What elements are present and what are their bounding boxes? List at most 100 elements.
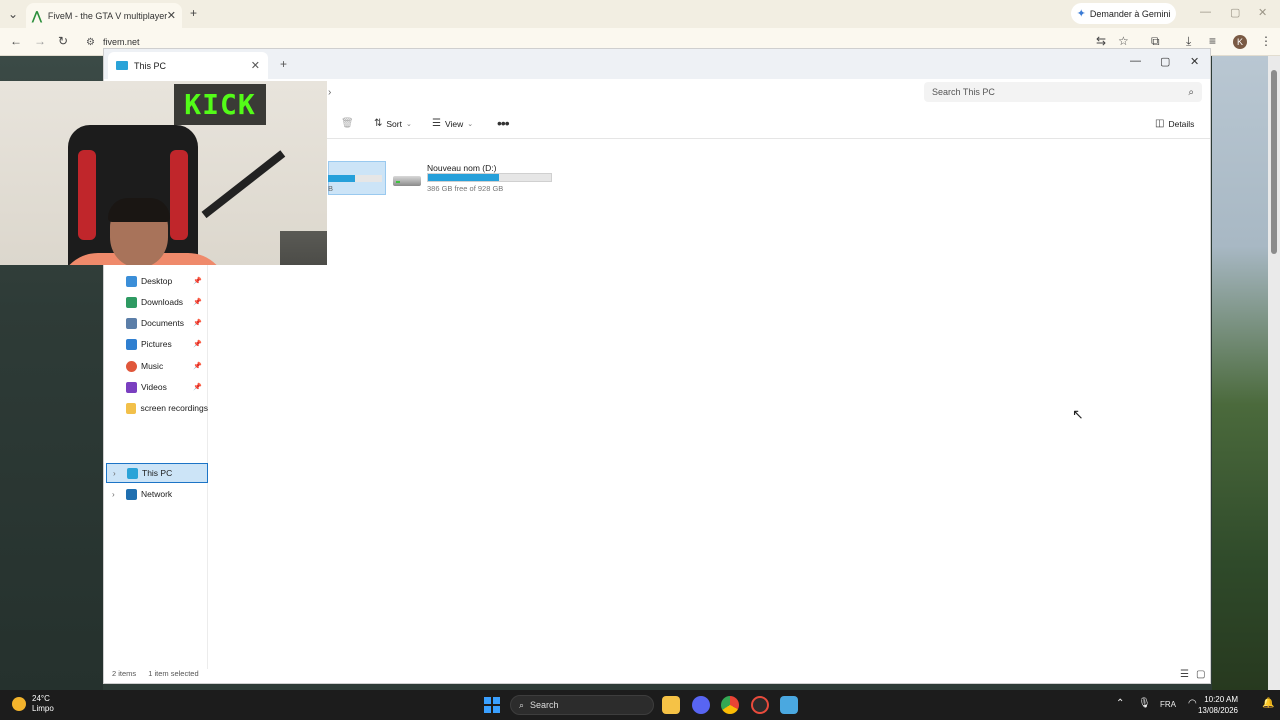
gemini-spark-icon: ✦ xyxy=(1076,8,1086,20)
breadcrumb-chevron-icon[interactable]: › xyxy=(328,87,331,98)
details-view-icon[interactable]: ☰ xyxy=(1180,669,1189,680)
sidebar-item-desktop[interactable]: Desktop 📌 xyxy=(106,271,208,291)
file-explorer-taskbar-icon[interactable] xyxy=(662,696,680,714)
new-tab-button[interactable]: + xyxy=(190,7,197,19)
pin-icon: 📌 xyxy=(193,299,202,306)
expand-chevron-icon[interactable]: › xyxy=(112,490,115,499)
sidebar-item-label: Music xyxy=(141,361,164,371)
network-icon xyxy=(126,488,137,500)
details-button[interactable]: ◫ Details xyxy=(1155,118,1194,129)
page-scrollbar[interactable] xyxy=(1268,56,1280,690)
back-icon[interactable]: ← xyxy=(10,34,22,48)
bookmark-star-icon[interactable]: ☆ xyxy=(1118,34,1129,48)
weather-widget[interactable]: 24°C Limpo xyxy=(12,694,54,714)
browser-close-icon[interactable]: ✕ xyxy=(1258,6,1267,19)
discord-taskbar-icon[interactable] xyxy=(692,696,710,714)
explorer-titlebar: This PC ✕ + — ▢ ✕ xyxy=(104,49,1210,79)
browser-tab-fivem[interactable]: ⋀ FiveM - the GTA V multiplayer ✕ xyxy=(26,3,182,28)
explorer-search-placeholder: Search This PC xyxy=(932,87,995,97)
language-indicator[interactable]: FRA xyxy=(1160,700,1176,709)
sidebar-item-downloads[interactable]: Downloads 📌 xyxy=(106,292,208,312)
drive-c-usage-bar xyxy=(328,175,382,182)
view-button[interactable]: ☰ View ⌄ xyxy=(432,118,473,129)
tray-chevron-icon[interactable]: ⌃ xyxy=(1116,698,1124,709)
download-icon[interactable]: ⤓ xyxy=(1186,34,1191,49)
sidebar-item-screen-recordings[interactable]: screen recordings xyxy=(106,398,208,418)
explorer-new-tab-button[interactable]: + xyxy=(280,57,287,71)
sidebar-item-label: Documents xyxy=(141,318,184,328)
clock-date: 13/08/2026 xyxy=(1197,706,1238,715)
forward-icon[interactable]: → xyxy=(34,34,46,48)
mic-arm xyxy=(201,150,286,219)
sidebar-item-label: Pictures xyxy=(141,339,172,349)
streamer-headset xyxy=(108,198,170,222)
gemini-label: Demander à Gemini xyxy=(1089,8,1171,19)
sidebar-item-label: Downloads xyxy=(141,297,184,307)
folder-icon xyxy=(126,402,137,414)
more-options-icon[interactable]: ••• xyxy=(497,115,510,131)
profile-avatar[interactable]: K xyxy=(1233,35,1247,49)
delete-icon[interactable]: 🗑 xyxy=(341,118,354,129)
taskbar: 24°C Limpo ⌕ Search ⌃ 🎙 FRA ◠ 10:20 AM 1… xyxy=(0,690,1280,720)
browser-tab-strip: ⌄ ⋀ FiveM - the GTA V multiplayer ✕ + ✦ … xyxy=(0,0,1280,28)
notification-icon[interactable]: 🔔 xyxy=(1262,698,1274,709)
chrome-taskbar-icon[interactable] xyxy=(721,696,739,714)
moon-icon xyxy=(12,697,26,711)
explorer-search-box[interactable]: Search This PC ⌕ xyxy=(924,82,1202,102)
view-label: View xyxy=(444,118,464,129)
reload-icon[interactable]: ↻ xyxy=(58,34,68,48)
explorer-maximize-icon[interactable]: ▢ xyxy=(1160,55,1170,68)
computer-icon xyxy=(116,61,128,70)
sidebar-item-documents[interactable]: Documents 📌 xyxy=(106,313,208,333)
pin-icon: 📌 xyxy=(193,278,202,285)
expand-chevron-icon[interactable]: › xyxy=(113,469,116,478)
extensions-icon[interactable]: ⧉ xyxy=(1151,34,1160,49)
sort-chevron-icon: ⌄ xyxy=(405,120,412,128)
details-pane-icon: ◫ xyxy=(1155,118,1165,129)
sort-button[interactable]: ⇅ Sort ⌄ xyxy=(374,118,412,129)
this-pc-taskbar-icon[interactable] xyxy=(780,696,798,714)
hard-drive-icon[interactable] xyxy=(393,173,421,186)
sidebar-item-music[interactable]: Music 📌 xyxy=(106,356,208,376)
taskbar-clock[interactable]: 10:20 AM 13/08/2026 xyxy=(1196,694,1238,716)
address-text: fivem.net xyxy=(102,37,140,47)
drive-d-name[interactable]: Nouveau nom (D:) xyxy=(427,163,496,173)
details-label: Details xyxy=(1168,118,1195,129)
reading-list-icon[interactable]: ≡ xyxy=(1209,34,1216,48)
taskbar-search[interactable]: ⌕ Search xyxy=(510,695,654,715)
sidebar-item-this-pc[interactable]: › This PC xyxy=(106,463,208,483)
browser-menu-icon[interactable]: ⋮ xyxy=(1260,34,1272,48)
status-bar: 2 items 1 item selected xyxy=(112,669,199,678)
close-tab-icon[interactable]: ✕ xyxy=(167,9,176,22)
sidebar-item-network[interactable]: › Network xyxy=(106,484,208,504)
view-icon: ☰ xyxy=(432,118,441,129)
music-icon xyxy=(126,360,137,372)
microphone-icon[interactable]: 🎙 xyxy=(1138,698,1151,709)
gemini-button[interactable]: ✦ Demander à Gemini xyxy=(1071,3,1176,24)
sidebar-item-label: screen recordings xyxy=(140,403,208,413)
sidebar-item-pictures[interactable]: Pictures 📌 xyxy=(106,334,208,354)
sidebar-item-videos[interactable]: Videos 📌 xyxy=(106,377,208,397)
clock-time: 10:20 AM xyxy=(1204,695,1238,704)
site-info-icon[interactable]: ⚙ xyxy=(86,37,95,48)
picture-icon xyxy=(126,338,137,350)
explorer-minimize-icon[interactable]: — xyxy=(1130,55,1141,67)
browser-minimize-icon[interactable]: — xyxy=(1200,6,1211,18)
explorer-tab-title: This PC xyxy=(134,60,167,71)
page-scrollbar-thumb[interactable] xyxy=(1271,70,1277,254)
sort-label: Sort xyxy=(386,118,402,129)
tab-search-chevron-icon[interactable]: ⌄ xyxy=(8,8,18,20)
fivem-taskbar-icon[interactable] xyxy=(751,696,769,714)
close-explorer-tab-icon[interactable]: ✕ xyxy=(251,59,260,72)
document-icon xyxy=(126,317,137,329)
start-button[interactable] xyxy=(484,697,500,713)
translate-icon[interactable]: ⇆ xyxy=(1096,34,1106,48)
browser-maximize-icon[interactable]: ▢ xyxy=(1230,6,1240,19)
explorer-tab-this-pc[interactable]: This PC ✕ xyxy=(108,52,268,79)
tiles-view-icon[interactable]: ▢ xyxy=(1196,669,1205,680)
explorer-close-icon[interactable]: ✕ xyxy=(1190,55,1199,68)
sidebar-item-label: This PC xyxy=(142,468,173,478)
drive-d-free-text: 386 GB free of 928 GB xyxy=(427,184,504,193)
selection-count: 1 item selected xyxy=(148,669,199,678)
sort-icon: ⇅ xyxy=(374,118,383,129)
